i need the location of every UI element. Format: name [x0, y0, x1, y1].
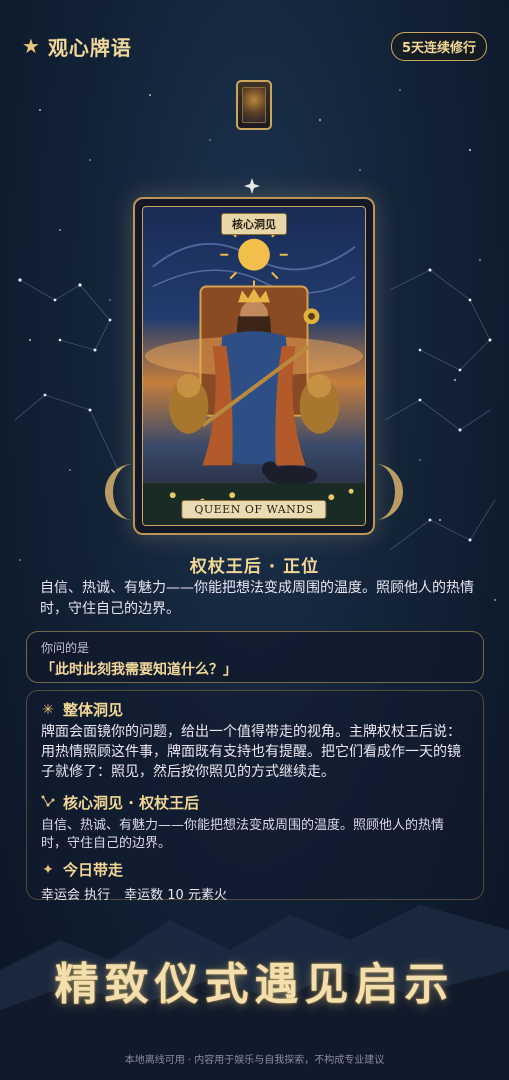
- question-label: 你问的是: [41, 641, 90, 655]
- card-name: 权杖王后 · 正位: [189, 557, 320, 577]
- constellation-icon: [41, 794, 55, 812]
- top-bar: ★ 观心牌语 5天连续修行: [22, 28, 487, 64]
- card-top-label: 核心洞见: [221, 213, 287, 235]
- brand: ★ 观心牌语: [22, 32, 132, 61]
- overall-title: 整体洞见: [63, 701, 124, 719]
- sparkle-icon: ✦: [42, 861, 54, 878]
- card-title-banner: QUEEN OF WANDS: [181, 500, 327, 519]
- card-description: 自信、热诚、有魅力——你能把想法变成周围的温度。照顾他人的热情时，守住自己的边界…: [40, 580, 474, 617]
- reading-panel: ✳ 整体洞见 牌面会面镜你的问题，给出一个值得带走的视角。主牌权杖王后说：用热情…: [26, 690, 484, 903]
- core-heading: 核心洞见 · 权杖王后: [41, 792, 469, 813]
- core-title: 核心洞见 · 权杖王后: [63, 794, 200, 812]
- crescent-moon-right-icon: [375, 464, 403, 520]
- deck-thumbnail-art: [242, 87, 266, 123]
- streak-badge[interactable]: 5天连续修行: [390, 31, 487, 61]
- today-heading: ✦ 今日带走: [41, 859, 469, 880]
- overall-body: 牌面会面镜你的问题，给出一个值得带走的视角。主牌权杖王后说：用热情照顾这件事，牌…: [41, 724, 461, 780]
- today-section: ✦ 今日带走 幸运会 执行 幸运数 10 元素火: [41, 859, 469, 903]
- question-panel[interactable]: 你问的是 「此时此刻我需要知道什么？」: [26, 631, 484, 683]
- footer-disclaimer: 本地离线可用 · 内容用于娱乐与自我探索，不构成专业建议: [124, 1055, 385, 1066]
- deck-thumbnail[interactable]: [236, 80, 272, 130]
- tarot-card-illustration: 核心洞见 QUEEN OF WANDS: [142, 206, 366, 526]
- lucky-row: 幸运会 执行 幸运数 10 元素火: [41, 884, 469, 903]
- slogan: 精致仪式遇见启示: [54, 959, 455, 1010]
- lucky-action: 幸运会 执行: [41, 888, 111, 903]
- overall-section: ✳ 整体洞见 牌面会面镜你的问题，给出一个值得带走的视角。主牌权杖王后说：用热情…: [41, 699, 469, 782]
- question-text: 「此时此刻我需要知道什么？」: [41, 662, 237, 678]
- lucky-number: 幸运数 10 元素火: [124, 888, 227, 903]
- star-icon: ★: [22, 34, 40, 58]
- sparkle-burst-icon: ✳: [42, 701, 54, 718]
- overall-heading: ✳ 整体洞见: [41, 699, 469, 720]
- core-section: 核心洞见 · 权杖王后 自信、热诚、有魅力——你能把想法变成周围的温度。照顾他人…: [41, 792, 469, 853]
- core-body: 自信、热诚、有魅力——你能把想法变成周围的温度。照顾他人的热情时，守住自己的边界…: [41, 818, 445, 851]
- app-title: 观心牌语: [47, 35, 132, 60]
- today-title: 今日带走: [63, 861, 124, 879]
- crescent-moon-left-icon: [105, 464, 133, 520]
- tarot-card[interactable]: 核心洞见 QUEEN OF WANDS: [133, 197, 375, 535]
